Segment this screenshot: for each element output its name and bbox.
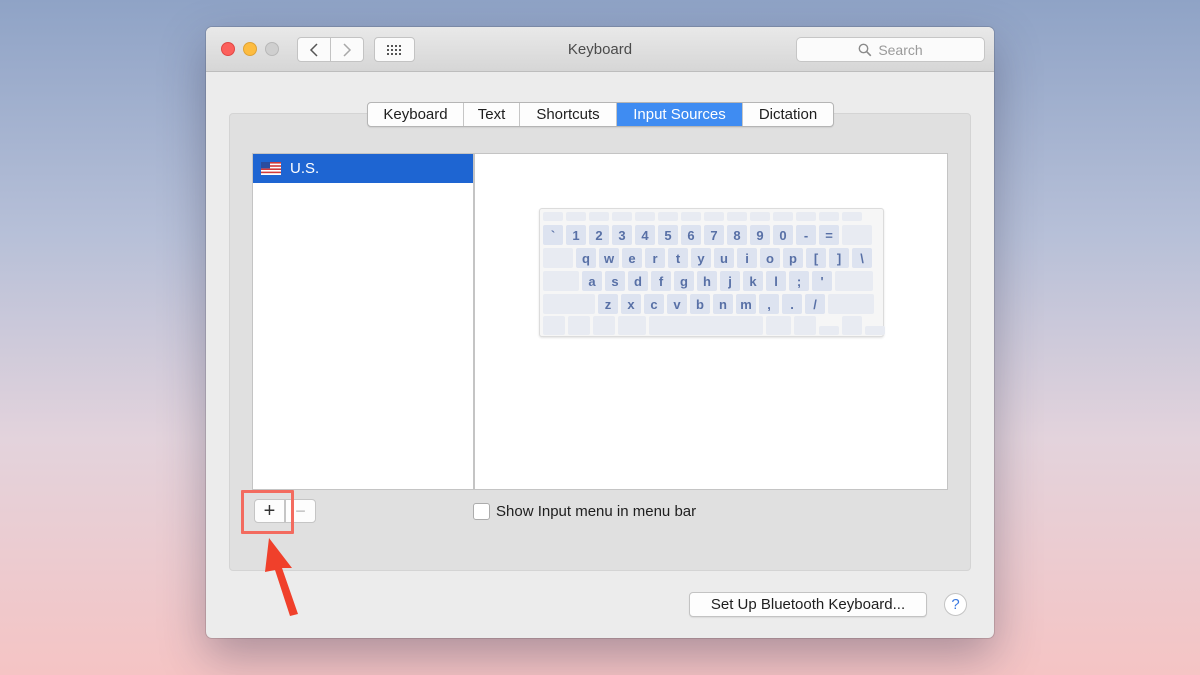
key: ` xyxy=(543,225,563,245)
show-input-menu-label: Show Input menu in menu bar xyxy=(496,503,697,520)
key: o xyxy=(760,248,780,268)
tab-text[interactable]: Text xyxy=(464,103,520,126)
keyboard-modifier-row xyxy=(543,316,885,335)
set-up-bluetooth-keyboard-button[interactable]: Set Up Bluetooth Keyboard... xyxy=(689,592,927,617)
keyboard-layout-preview: ` 1 2 3 4 5 6 7 8 9 0 - = q w e r t y u … xyxy=(539,208,885,337)
tab-shortcuts[interactable]: Shortcuts xyxy=(520,103,617,126)
key: s xyxy=(605,271,625,291)
key: h xyxy=(697,271,717,291)
key: ; xyxy=(789,271,809,291)
key: b xyxy=(690,294,710,314)
tab-keyboard[interactable]: Keyboard xyxy=(368,103,464,126)
remove-label: − xyxy=(295,501,306,521)
show-input-menu-checkbox[interactable] xyxy=(473,503,490,520)
key: ' xyxy=(812,271,832,291)
key: z xyxy=(598,294,618,314)
key: a xyxy=(582,271,602,291)
key: j xyxy=(720,271,740,291)
keyboard-bottom-letter-row: z x c v b n m , . / xyxy=(543,294,874,314)
key: c xyxy=(644,294,664,314)
tab-bar: Keyboard Text Shortcuts Input Sources Di… xyxy=(367,102,834,127)
annotation-highlight-box xyxy=(241,490,294,534)
key: 8 xyxy=(727,225,747,245)
key: m xyxy=(736,294,756,314)
key: 6 xyxy=(681,225,701,245)
key: 2 xyxy=(589,225,609,245)
key: 7 xyxy=(704,225,724,245)
key: 0 xyxy=(773,225,793,245)
keyboard-home-row: a s d f g h j k l ; ' xyxy=(543,271,873,291)
key: t xyxy=(668,248,688,268)
key: ] xyxy=(829,248,849,268)
keyboard-function-row xyxy=(543,212,862,221)
key: w xyxy=(599,248,619,268)
key: \ xyxy=(852,248,872,268)
key: e xyxy=(622,248,642,268)
key: f xyxy=(651,271,671,291)
key: 9 xyxy=(750,225,770,245)
input-sources-list: U.S. xyxy=(252,153,474,490)
key: 1 xyxy=(566,225,586,245)
key: l xyxy=(766,271,786,291)
keyboard-number-row: ` 1 2 3 4 5 6 7 8 9 0 - = xyxy=(543,225,872,245)
key: x xyxy=(621,294,641,314)
help-button[interactable]: ? xyxy=(944,593,967,616)
key: q xyxy=(576,248,596,268)
key: 4 xyxy=(635,225,655,245)
key: v xyxy=(667,294,687,314)
key: k xyxy=(743,271,763,291)
key: . xyxy=(782,294,802,314)
key: = xyxy=(819,225,839,245)
list-item-label: U.S. xyxy=(290,160,320,177)
key: i xyxy=(737,248,757,268)
key: r xyxy=(645,248,665,268)
list-item[interactable]: U.S. xyxy=(253,154,473,183)
key: - xyxy=(796,225,816,245)
key: 3 xyxy=(612,225,632,245)
key: [ xyxy=(806,248,826,268)
key: d xyxy=(628,271,648,291)
key: g xyxy=(674,271,694,291)
key: y xyxy=(691,248,711,268)
keyboard-top-letter-row: q w e r t y u i o p [ ] \ xyxy=(543,248,872,268)
keyboard-preferences-window: Keyboard Search Keyboard Text Shortcuts … xyxy=(206,27,994,638)
us-flag-icon xyxy=(261,162,281,175)
tab-dictation[interactable]: Dictation xyxy=(743,103,833,126)
title-bar: Keyboard Search xyxy=(206,27,994,72)
key: 5 xyxy=(658,225,678,245)
search-field[interactable]: Search xyxy=(796,37,985,62)
search-icon xyxy=(858,43,872,56)
keyboard-preview-pane: ` 1 2 3 4 5 6 7 8 9 0 - = q w e r t y u … xyxy=(474,153,948,490)
key: p xyxy=(783,248,803,268)
key: , xyxy=(759,294,779,314)
search-placeholder: Search xyxy=(878,41,923,58)
show-input-menu-row[interactable]: Show Input menu in menu bar xyxy=(473,503,696,520)
tab-input-sources[interactable]: Input Sources xyxy=(617,103,743,126)
annotation-arrow-icon xyxy=(265,538,298,616)
key: n xyxy=(713,294,733,314)
key: u xyxy=(714,248,734,268)
key: / xyxy=(805,294,825,314)
